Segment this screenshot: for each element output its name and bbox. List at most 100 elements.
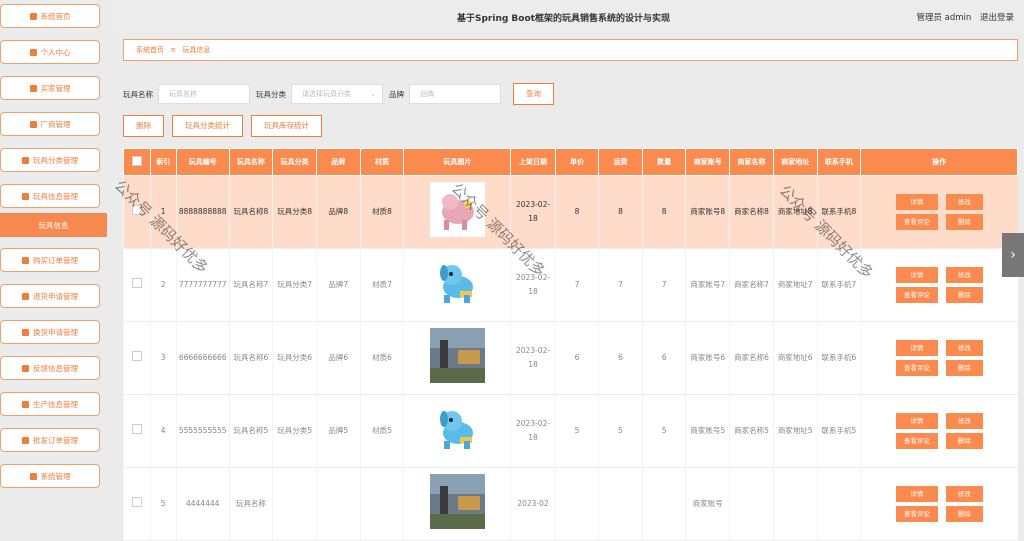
sidebar-item-8[interactable]: 退货申请管理 [0,284,100,308]
cell-name: 玩具名称 [228,467,273,541]
breadcrumb-home[interactable]: 系统首页 [136,46,164,54]
cell-name: 玩具名称7 [228,248,273,322]
column-header: 操作 [860,148,1018,176]
cell-acct: 商家账号7 [685,248,730,322]
action-bar: 删除 玩具分类统计 玩具库存统计 [123,115,330,137]
grid-icon [22,400,29,408]
sidebar-item-13[interactable]: 系统管理 [0,464,100,488]
grid-icon [29,84,37,92]
category-stats-button[interactable]: 玩具分类统计 [172,115,243,137]
edit-button[interactable]: 修改 [945,267,983,283]
column-header: 玩具图片 [403,148,512,176]
grid-icon [22,328,29,336]
delete-button[interactable]: 删除 [123,115,164,137]
table-row[interactable]: 4 5555555555 玩具名称5 玩具分类5 品牌5 材质5 2023-02-18 5 5 5… [123,394,1018,468]
view-reviews-button[interactable]: 查看评论 [895,287,938,303]
cell-code: 7777777777 [175,248,230,322]
view-reviews-button[interactable]: 查看评论 [895,433,938,449]
sidebar-item-11[interactable]: 生产信息管理 [0,392,100,416]
sidebar-item-4[interactable]: 玩具分类管理 [0,148,100,172]
cell-code: 8888888888 [175,175,230,249]
row-checkbox[interactable] [123,248,151,322]
cell-name: 玩具名称5 [228,394,273,468]
cell-cat: 玩具分类7 [272,248,317,322]
cell-code: 6666666666 [175,321,230,395]
row-delete-button[interactable]: 删除 [945,287,983,303]
search-button[interactable]: 查询 [513,83,554,105]
sidebar-item-label: 系统首页 [40,11,71,21]
grid-icon [22,436,29,444]
cell-brand: 品牌5 [315,394,361,468]
logout-link[interactable]: 退出登录 [980,13,1014,23]
row-checkbox[interactable] [123,394,151,468]
cell-mat: 材质8 [359,175,404,249]
cell-qty: 7 [641,248,686,322]
sidebar-item-9[interactable]: 换货申请管理 [0,320,100,344]
sidebar-item-7[interactable]: 购买订单管理 [0,248,100,272]
cell-idx: 5 [149,467,177,541]
factory-icon [29,120,37,128]
cell-acct: 商家账号8 [685,175,730,249]
cell-ship: 8 [598,175,643,249]
edit-button[interactable]: 修改 [945,413,983,429]
view-reviews-button[interactable]: 查看评论 [895,360,938,376]
name-input[interactable]: 玩具名称 [158,84,250,104]
cell-phone: 联系手机8 [816,175,861,249]
select-all-checkbox[interactable] [123,148,151,176]
stock-stats-button[interactable]: 玩具库存统计 [251,115,322,137]
row-checkbox[interactable] [123,175,151,249]
row-delete-button[interactable]: 删除 [945,360,983,376]
edit-button[interactable]: 修改 [945,340,983,356]
detail-button[interactable]: 详情 [895,340,938,356]
edit-button[interactable]: 修改 [945,486,983,502]
view-reviews-button[interactable]: 查看评论 [895,214,938,230]
cell-code: 5555555555 [175,394,230,468]
cell-qty: 5 [641,394,686,468]
cell-ship: 7 [598,248,643,322]
brand-input[interactable]: 品牌 [409,84,501,104]
breadcrumb-current: 玩具信息 [182,46,211,54]
sidebar-item-2[interactable]: 买家管理 [0,76,100,100]
side-scroll-tab[interactable]: › [1002,233,1024,277]
view-reviews-button[interactable]: 查看评论 [895,506,938,522]
row-checkbox[interactable] [123,321,151,395]
detail-button[interactable]: 详情 [895,194,938,210]
sidebar-item-6[interactable]: 玩具信息 [0,213,107,237]
sidebar-item-10[interactable]: 反馈信息管理 [0,356,100,380]
row-actions: 详情 修改 查看评论 删除 [860,321,1018,395]
sidebar-item-0[interactable]: 系统首页 [0,4,100,28]
breadcrumb-sep: ≡ [170,46,177,54]
sidebar-item-label: 系统管理 [40,471,71,481]
row-delete-button[interactable]: 删除 [945,214,983,230]
detail-button[interactable]: 详情 [895,486,938,502]
row-delete-button[interactable]: 删除 [945,506,983,522]
cell-qty [641,467,686,541]
sidebar-item-5[interactable]: 玩具信息管理 [0,184,100,208]
cell-sname: 商家名称5 [729,394,774,468]
sidebar-item-1[interactable]: 个人中心 [0,40,100,64]
column-header: 商家名称 [729,148,774,176]
table-row[interactable]: 3 6666666666 玩具名称6 玩具分类6 品牌6 材质6 2023-02-18 6 6 6… [123,321,1018,395]
sidebar-item-3[interactable]: 厂商管理 [0,112,100,136]
cell-code: 4444444 [175,467,230,541]
cell-idx: 1 [149,175,177,249]
column-header: 单价 [554,148,600,176]
cell-price: 6 [554,321,599,395]
row-delete-button[interactable]: 删除 [945,433,983,449]
table-row[interactable]: 5 4444444 玩具名称 2023-02 商家账号 详情 修改 查看评论 删除 [123,467,1018,541]
row-checkbox[interactable] [123,467,151,541]
row-actions: 详情 修改 查看评论 删除 [860,467,1018,541]
column-header: 玩具编号 [175,148,230,176]
sidebar-item-label: 玩具信息管理 [33,191,78,201]
sidebar-item-12[interactable]: 批发订单管理 [0,428,100,452]
edit-button[interactable]: 修改 [945,194,983,210]
detail-button[interactable]: 详情 [895,413,938,429]
table-row[interactable]: 1 8888888888 玩具名称8 玩具分类8 品牌8 材质8 2023-02-18 8 8 8… [123,175,1018,249]
sidebar-item-label: 个人中心 [40,47,71,57]
category-select[interactable]: 请选择玩具分类 ⌄ [291,84,383,104]
detail-button[interactable]: 详情 [895,267,938,283]
table-row[interactable]: 2 7777777777 玩具名称7 玩具分类7 品牌7 材质7 2023-02-18 7 7 7… [123,248,1018,322]
column-header: 玩具分类 [272,148,317,176]
cell-date: 2023-02-18 [510,394,556,468]
sidebar-item-label: 换货申请管理 [33,327,78,337]
